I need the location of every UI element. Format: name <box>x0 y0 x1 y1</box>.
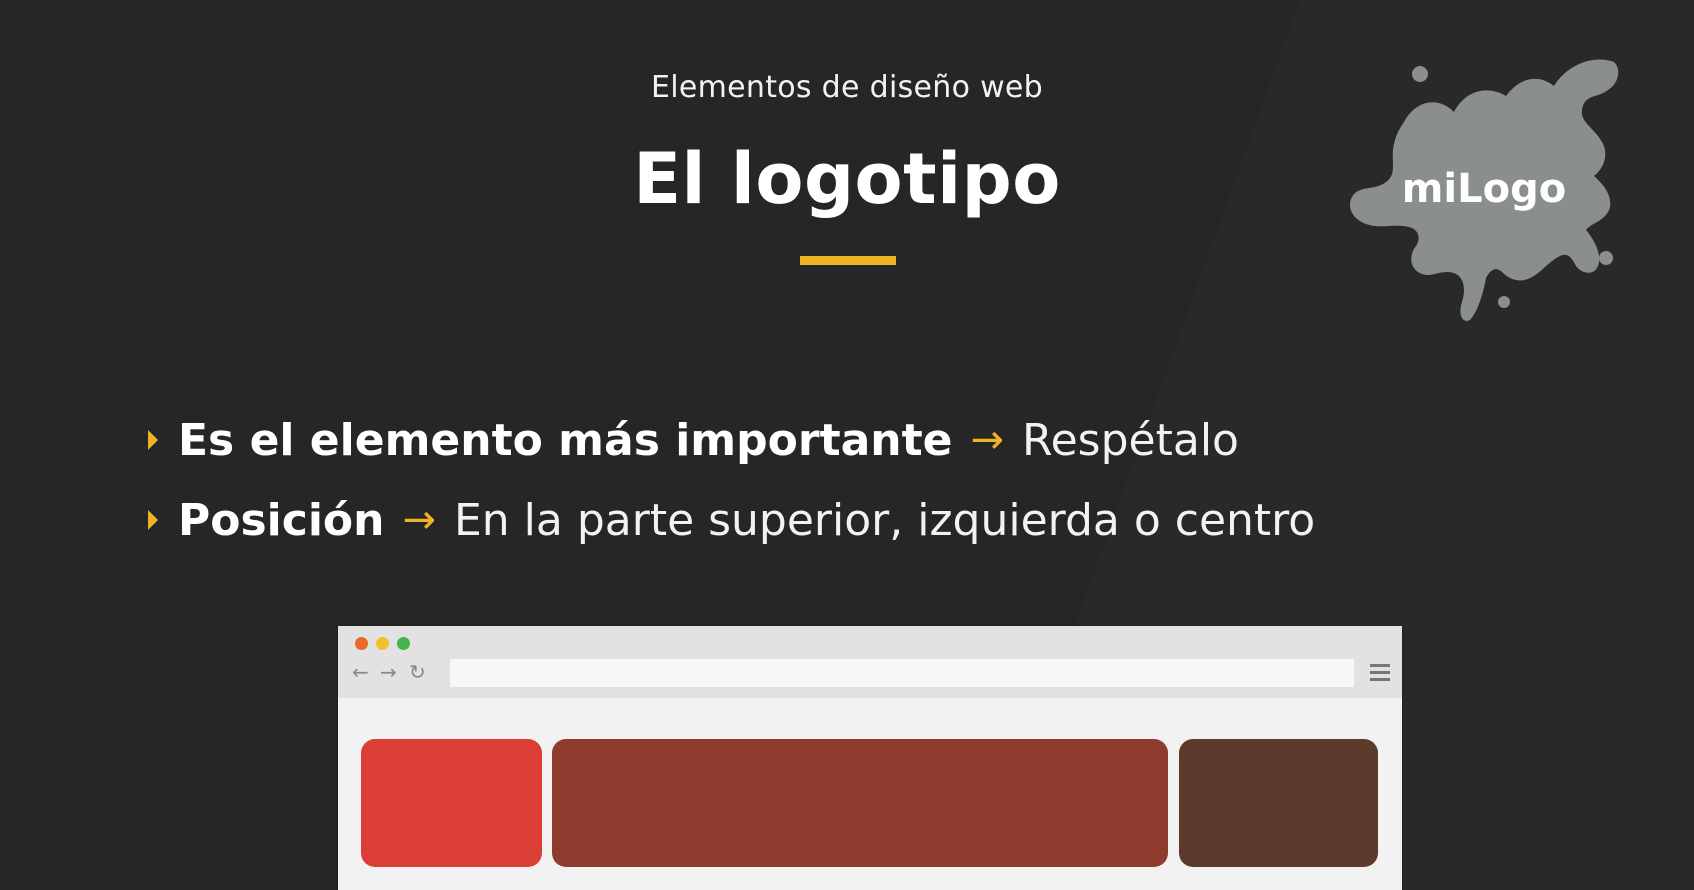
browser-toolbar: ← → ↻ <box>338 626 1402 698</box>
slide: Elementos de diseño web El logotipo miLo… <box>0 0 1694 890</box>
nav-block <box>552 739 1168 867</box>
title-underline <box>800 256 896 265</box>
window-close-dot <box>355 637 368 650</box>
address-bar <box>450 659 1354 687</box>
bullet-detail-text: En la parte superior, izquierda o centro <box>453 494 1316 546</box>
bullet-list: Es el elemento más importante → Respétal… <box>148 410 1315 570</box>
side-block <box>1179 739 1378 867</box>
arrow-right-icon: → <box>970 417 1005 463</box>
bullet-item-position: Posición → En la parte superior, izquier… <box>148 490 1315 550</box>
caret-right-icon <box>148 510 158 530</box>
bullet-strong-text: Posición <box>178 494 385 546</box>
bullet-detail-text: Respétalo <box>1022 414 1239 466</box>
forward-arrow-icon: → <box>380 660 397 684</box>
reload-icon: ↻ <box>409 660 426 684</box>
browser-mockup: ← → ↻ <box>338 626 1402 890</box>
window-minimize-dot <box>376 637 389 650</box>
logo-text: miLogo <box>1401 166 1567 212</box>
arrow-right-icon: → <box>402 497 436 543</box>
hamburger-menu-icon <box>1370 664 1390 682</box>
back-arrow-icon: ← <box>352 660 369 684</box>
window-maximize-dot <box>397 637 410 650</box>
logo-block <box>361 739 542 867</box>
bullet-item-importance: Es el elemento más importante → Respétal… <box>148 410 1315 470</box>
bullet-strong-text: Es el elemento más importante <box>178 414 953 466</box>
caret-right-icon <box>148 430 158 450</box>
